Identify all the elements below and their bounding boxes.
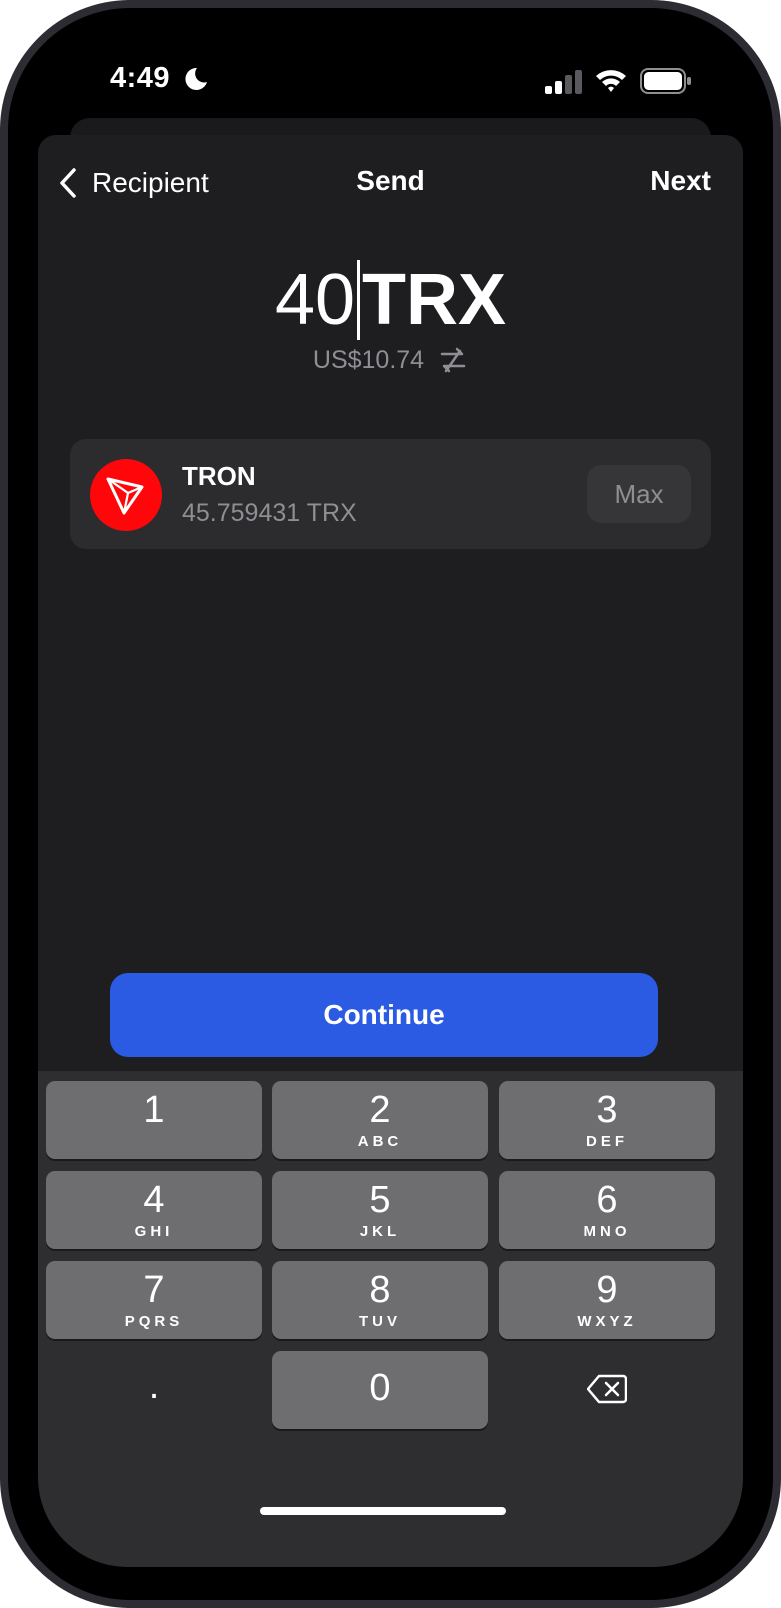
status-time: 4:49 — [110, 62, 171, 94]
text-caret — [357, 260, 361, 340]
key-letters: TUV — [359, 1313, 401, 1330]
backspace-icon — [587, 1374, 627, 1404]
tron-logo-icon — [90, 459, 162, 531]
key-4[interactable]: 4 GHI — [46, 1171, 262, 1249]
key-5[interactable]: 5 JKL — [272, 1171, 488, 1249]
wifi-icon — [596, 70, 626, 92]
key-8[interactable]: 8 TUV — [272, 1261, 488, 1339]
moon-icon — [185, 67, 207, 90]
key-9[interactable]: 9 WXYZ — [499, 1261, 715, 1339]
next-button[interactable]: Next — [650, 165, 711, 197]
key-letters: JKL — [359, 1223, 401, 1240]
key-delete[interactable] — [499, 1351, 715, 1429]
fiat-equivalent: US$10.74 — [38, 345, 743, 375]
device-frame: 4:49 Recipient Send Next 40 TRX US$10.74… — [0, 0, 781, 1608]
tron-triangle-icon — [106, 477, 144, 515]
key-1[interactable]: 1 — [46, 1081, 262, 1159]
key-letters: DEF — [586, 1133, 628, 1150]
send-sheet: Recipient Send Next 40 TRX US$10.74 TRON… — [38, 135, 743, 1567]
swap-currency-icon[interactable] — [438, 345, 468, 375]
key-digit: 1 — [143, 1089, 165, 1131]
home-indicator[interactable] — [260, 1507, 506, 1515]
amount-value: 40 — [274, 260, 356, 340]
key-digit: 5 — [369, 1179, 391, 1221]
asset-name: TRON — [182, 461, 256, 491]
amount-unit: TRX — [362, 260, 507, 340]
key-letters: MNO — [583, 1223, 631, 1240]
page-title: Send — [356, 165, 425, 196]
key-letters: PQRS — [124, 1313, 184, 1330]
status-bar: 4:49 — [0, 0, 781, 110]
key-letters: ABC — [357, 1133, 403, 1150]
key-digit: 9 — [596, 1269, 618, 1311]
amount-input[interactable]: 40 TRX — [38, 255, 743, 345]
key-0[interactable]: 0 — [272, 1351, 488, 1429]
key-digit: 6 — [596, 1179, 618, 1221]
key-digit: 3 — [596, 1089, 618, 1131]
continue-button[interactable]: Continue — [110, 973, 658, 1057]
key-digit: . — [148, 1365, 160, 1407]
key-3[interactable]: 3 DEF — [499, 1081, 715, 1159]
fiat-value: US$10.74 — [312, 345, 425, 374]
key-digit: 7 — [143, 1269, 165, 1311]
cellular-signal-icon — [545, 70, 582, 94]
key-letters: GHI — [134, 1223, 174, 1240]
asset-balance: 45.759431 TRX — [182, 499, 357, 527]
key-decimal[interactable]: . — [46, 1351, 262, 1429]
key-6[interactable]: 6 MNO — [499, 1171, 715, 1249]
key-letters: WXYZ — [577, 1313, 637, 1330]
asset-selector[interactable]: TRON 45.759431 TRX Max — [70, 439, 711, 549]
key-7[interactable]: 7 PQRS — [46, 1261, 262, 1339]
key-digit: 4 — [143, 1179, 165, 1221]
max-button[interactable]: Max — [587, 465, 691, 523]
key-digit: 8 — [369, 1269, 391, 1311]
key-digit: 2 — [369, 1089, 391, 1131]
key-digit: 0 — [369, 1367, 391, 1409]
battery-icon — [640, 68, 691, 94]
numeric-keypad: 1 2 ABC 3 DEF 4 GHI 5 JKL 6 MNO 7 PQRS 8… — [38, 1071, 743, 1567]
key-2[interactable]: 2 ABC — [272, 1081, 488, 1159]
